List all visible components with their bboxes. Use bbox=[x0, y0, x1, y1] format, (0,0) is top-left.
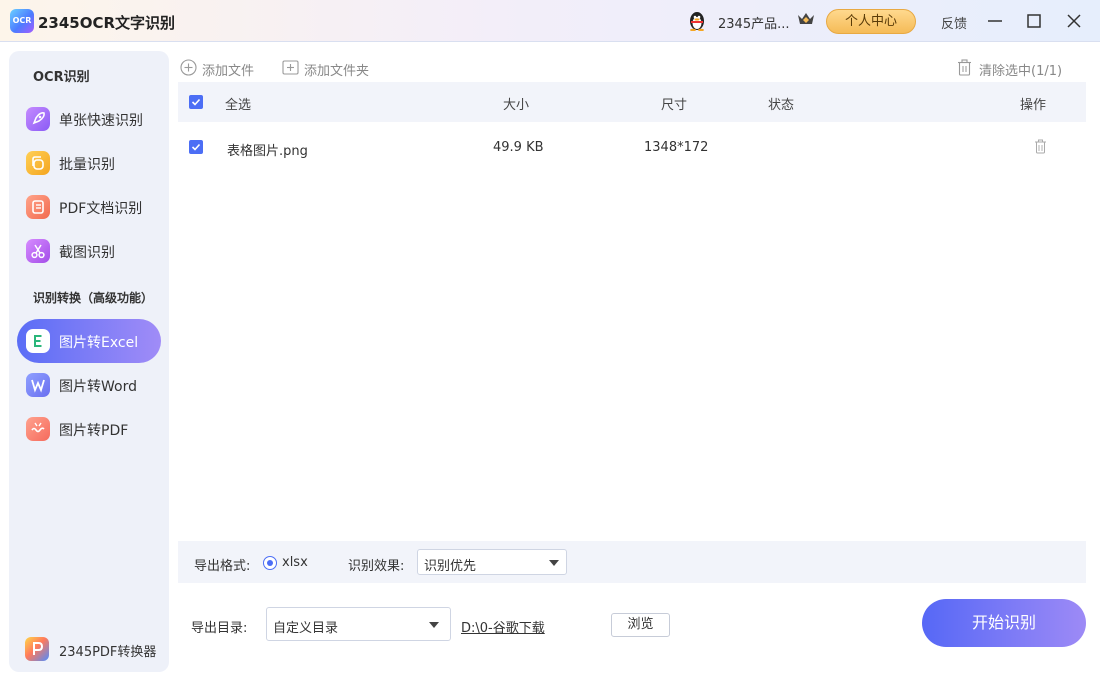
add-circle-icon bbox=[180, 59, 197, 76]
sidebar-item-image-to-pdf[interactable]: 图片转PDF bbox=[17, 407, 161, 451]
start-recognition-button[interactable]: 开始识别 bbox=[922, 599, 1086, 647]
format-xlsx-label[interactable]: xlsx bbox=[282, 555, 308, 570]
feedback-link[interactable]: 反馈 bbox=[941, 13, 967, 32]
add-folder-icon bbox=[282, 60, 299, 75]
app-title: 2345OCR文字识别 bbox=[38, 14, 176, 32]
format-xlsx-radio[interactable] bbox=[263, 556, 277, 570]
clear-selected-label: 清除选中(1/1) bbox=[979, 64, 1063, 79]
export-options-bar: 导出格式: xlsx 识别效果: 识别优先 bbox=[178, 541, 1086, 583]
pdf-convert-icon bbox=[26, 417, 50, 441]
rocket-icon bbox=[26, 107, 50, 131]
sidebar-item-label: 图片转Excel bbox=[59, 335, 139, 351]
minimize-icon[interactable] bbox=[982, 8, 1008, 34]
effect-label: 识别效果: bbox=[348, 559, 405, 574]
excel-icon bbox=[26, 329, 50, 353]
sidebar-section-convert: 识别转换（高级功能） bbox=[33, 291, 154, 305]
header-dimensions: 尺寸 bbox=[661, 98, 688, 113]
file-dimensions: 1348*172 bbox=[644, 140, 709, 155]
pdf-converter-label: 2345PDF转换器 bbox=[59, 645, 157, 660]
sidebar-item-single-quick[interactable]: 单张快速识别 bbox=[17, 97, 161, 141]
add-folder-label: 添加文件夹 bbox=[304, 64, 370, 79]
browse-button[interactable]: 浏览 bbox=[611, 613, 670, 637]
pdf-doc-icon bbox=[26, 195, 50, 219]
add-folder-button[interactable]: 添加文件夹 bbox=[282, 58, 382, 79]
row-checkbox[interactable] bbox=[189, 140, 203, 154]
effect-select-value: 识别优先 bbox=[424, 559, 477, 574]
file-name: 表格图片.png bbox=[227, 144, 308, 159]
sidebar-item-image-to-word[interactable]: 图片转Word bbox=[17, 363, 161, 407]
sidebar-item-label: 截图识别 bbox=[59, 245, 115, 261]
format-label: 导出格式: bbox=[194, 559, 251, 574]
scissors-icon bbox=[26, 239, 50, 263]
header-size: 大小 bbox=[503, 98, 530, 113]
pdf-converter-logo-icon bbox=[25, 637, 49, 661]
batch-icon bbox=[26, 151, 50, 175]
maximize-icon[interactable] bbox=[1021, 8, 1047, 34]
clear-selected-button[interactable]: 清除选中(1/1) bbox=[957, 58, 1072, 79]
sidebar-section-ocr: OCR识别 bbox=[33, 70, 90, 85]
sidebar-item-screenshot[interactable]: 截图识别 bbox=[17, 229, 161, 273]
chevron-down-icon bbox=[429, 622, 439, 628]
output-dir-select[interactable]: 自定义目录 bbox=[266, 607, 451, 641]
header-select-all[interactable]: 全选 bbox=[225, 94, 251, 113]
add-file-label: 添加文件 bbox=[202, 64, 255, 79]
vip-crown-icon bbox=[798, 13, 814, 24]
sidebar-item-batch[interactable]: 批量识别 bbox=[17, 141, 161, 185]
title-bar: OCR 2345OCR文字识别 2345产品... 个人中心 反馈 bbox=[0, 0, 1100, 42]
trash-icon bbox=[958, 59, 971, 76]
sidebar: OCR识别 单张快速识别 批量识别 PDF文档识别 截图识别 识别转换（高级功能… bbox=[9, 51, 169, 672]
app-logo: OCR bbox=[10, 9, 34, 33]
sidebar-item-label: PDF文档识别 bbox=[59, 201, 143, 217]
word-icon bbox=[26, 373, 50, 397]
profile-center-button[interactable]: 个人中心 bbox=[826, 9, 916, 34]
file-table-header: 全选 大小 尺寸 状态 操作 bbox=[178, 82, 1086, 122]
chevron-down-icon bbox=[549, 560, 559, 566]
add-file-button[interactable]: 添加文件 bbox=[180, 58, 270, 79]
file-size: 49.9 KB bbox=[493, 140, 544, 155]
effect-select[interactable]: 识别优先 bbox=[417, 549, 567, 575]
output-dir-select-value: 自定义目录 bbox=[273, 621, 339, 636]
table-row[interactable]: 表格图片.png 49.9 KB 1348*172 bbox=[178, 124, 1086, 170]
sidebar-item-label: 单张快速识别 bbox=[59, 113, 143, 129]
delete-row-icon[interactable] bbox=[1034, 139, 1047, 154]
select-all-checkbox[interactable] bbox=[189, 95, 203, 109]
user-name[interactable]: 2345产品... bbox=[718, 13, 789, 32]
sidebar-item-label: 图片转PDF bbox=[59, 423, 129, 439]
sidebar-item-pdf-doc[interactable]: PDF文档识别 bbox=[17, 185, 161, 229]
sidebar-item-label: 批量识别 bbox=[59, 157, 115, 173]
sidebar-item-label: 图片转Word bbox=[59, 379, 137, 395]
pdf-converter-link[interactable]: 2345PDF转换器 bbox=[23, 635, 168, 665]
output-path-link[interactable]: D:\0-谷歌下载 bbox=[461, 617, 545, 636]
output-dir-label: 导出目录: bbox=[191, 621, 248, 636]
header-actions: 操作 bbox=[1020, 98, 1047, 113]
sidebar-item-image-to-excel[interactable]: 图片转Excel bbox=[17, 319, 161, 363]
header-status: 状态 bbox=[768, 98, 795, 113]
qq-avatar-icon[interactable] bbox=[686, 9, 708, 31]
close-icon[interactable] bbox=[1061, 8, 1087, 34]
